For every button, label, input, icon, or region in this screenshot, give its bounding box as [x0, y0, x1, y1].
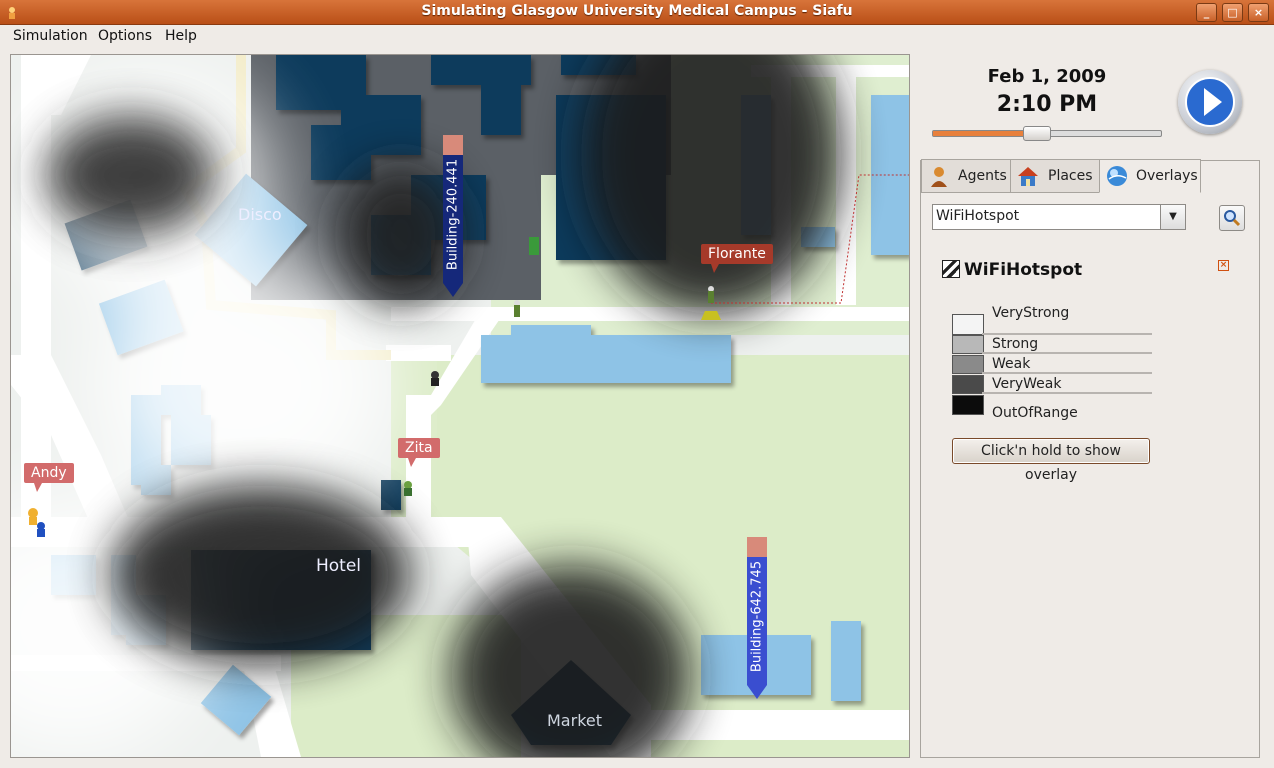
overlay-title: WiFiHotspot: [964, 260, 1083, 280]
pin-label-building-a: Building-240.441: [445, 158, 461, 271]
legend-label-verystrong: VeryStrong: [992, 305, 1070, 321]
legend-swatch-veryweak: [952, 375, 984, 394]
legend-swatch-verystrong: [952, 314, 984, 335]
legend-label-veryweak: VeryWeak: [992, 376, 1062, 392]
menu-options[interactable]: Options: [98, 28, 152, 44]
legend-swatch-strong: [952, 335, 984, 354]
legend-divider: [982, 333, 1152, 335]
menu-simulation[interactable]: Simulation: [13, 28, 88, 44]
overlay-select-value: WiFiHotspot: [936, 208, 1020, 224]
control-panel: Feb 1, 2009 2:10 PM Agents Places Overla…: [918, 54, 1260, 758]
speed-slider-thumb[interactable]: [1022, 126, 1051, 141]
tab-places[interactable]: Places: [1010, 159, 1100, 193]
legend-label-weak: Weak: [992, 356, 1031, 372]
maximize-button[interactable]: □: [1222, 3, 1243, 22]
show-overlay-button[interactable]: Click'n hold to show overlay: [952, 438, 1150, 483]
play-icon: [1185, 77, 1235, 127]
speed-slider-fill: [933, 131, 1036, 136]
agent-icon: [931, 167, 947, 187]
agent-tag-florante[interactable]: Florante: [701, 244, 773, 273]
play-button[interactable]: [1178, 70, 1242, 134]
simulation-map[interactable]: Disco Hotel Market Florante Zita Andy Bu…: [10, 54, 910, 758]
speed-slider[interactable]: [932, 126, 1162, 141]
pin-building-b[interactable]: Building-642.745: [747, 537, 767, 699]
house-icon: [1018, 167, 1038, 186]
search-icon: [1224, 210, 1241, 227]
agent-tag-andy[interactable]: Andy: [24, 463, 74, 492]
overlay-select[interactable]: WiFiHotspot ▼: [932, 204, 1186, 230]
menu-bar: Simulation Options Help: [0, 25, 1274, 49]
legend-label-strong: Strong: [992, 336, 1039, 352]
tab-places-label: Places: [1048, 168, 1093, 184]
tab-agents-label: Agents: [958, 168, 1007, 184]
tab-overlays[interactable]: Overlays: [1099, 159, 1201, 193]
tab-overlays-label: Overlays: [1136, 168, 1198, 184]
sim-date: Feb 1, 2009: [987, 66, 1107, 87]
menu-help[interactable]: Help: [165, 28, 197, 44]
legend-label-outofrange: OutOfRange: [992, 405, 1078, 421]
chevron-down-icon[interactable]: ▼: [1160, 205, 1185, 229]
legend-divider: [982, 372, 1152, 374]
pin-building-a[interactable]: Building-240.441: [443, 135, 463, 297]
legend-swatch-outofrange: [952, 395, 984, 415]
place-label-hotel: Hotel: [316, 556, 362, 576]
minimize-button[interactable]: _: [1196, 3, 1217, 22]
search-button[interactable]: [1219, 205, 1245, 231]
place-label-market: Market: [547, 711, 602, 730]
legend-swatch-weak: [952, 355, 984, 374]
globe-icon: [1107, 166, 1127, 186]
title-bar: Simulating Glasgow University Medical Ca…: [0, 0, 1274, 25]
pin-label-building-b: Building-642.745: [749, 560, 765, 673]
tab-agents[interactable]: Agents: [921, 159, 1011, 193]
legend-divider: [982, 392, 1152, 394]
close-button[interactable]: ×: [1248, 3, 1269, 22]
close-overlay-icon[interactable]: ×: [1218, 260, 1229, 271]
agent-tag-zita[interactable]: Zita: [398, 438, 440, 467]
overlay-type-icon: [942, 260, 960, 278]
sim-time: 2:10 PM: [996, 92, 1098, 117]
window-title: Simulating Glasgow University Medical Ca…: [421, 3, 853, 19]
place-label-disco: Disco: [238, 205, 282, 224]
legend-divider: [982, 352, 1152, 354]
